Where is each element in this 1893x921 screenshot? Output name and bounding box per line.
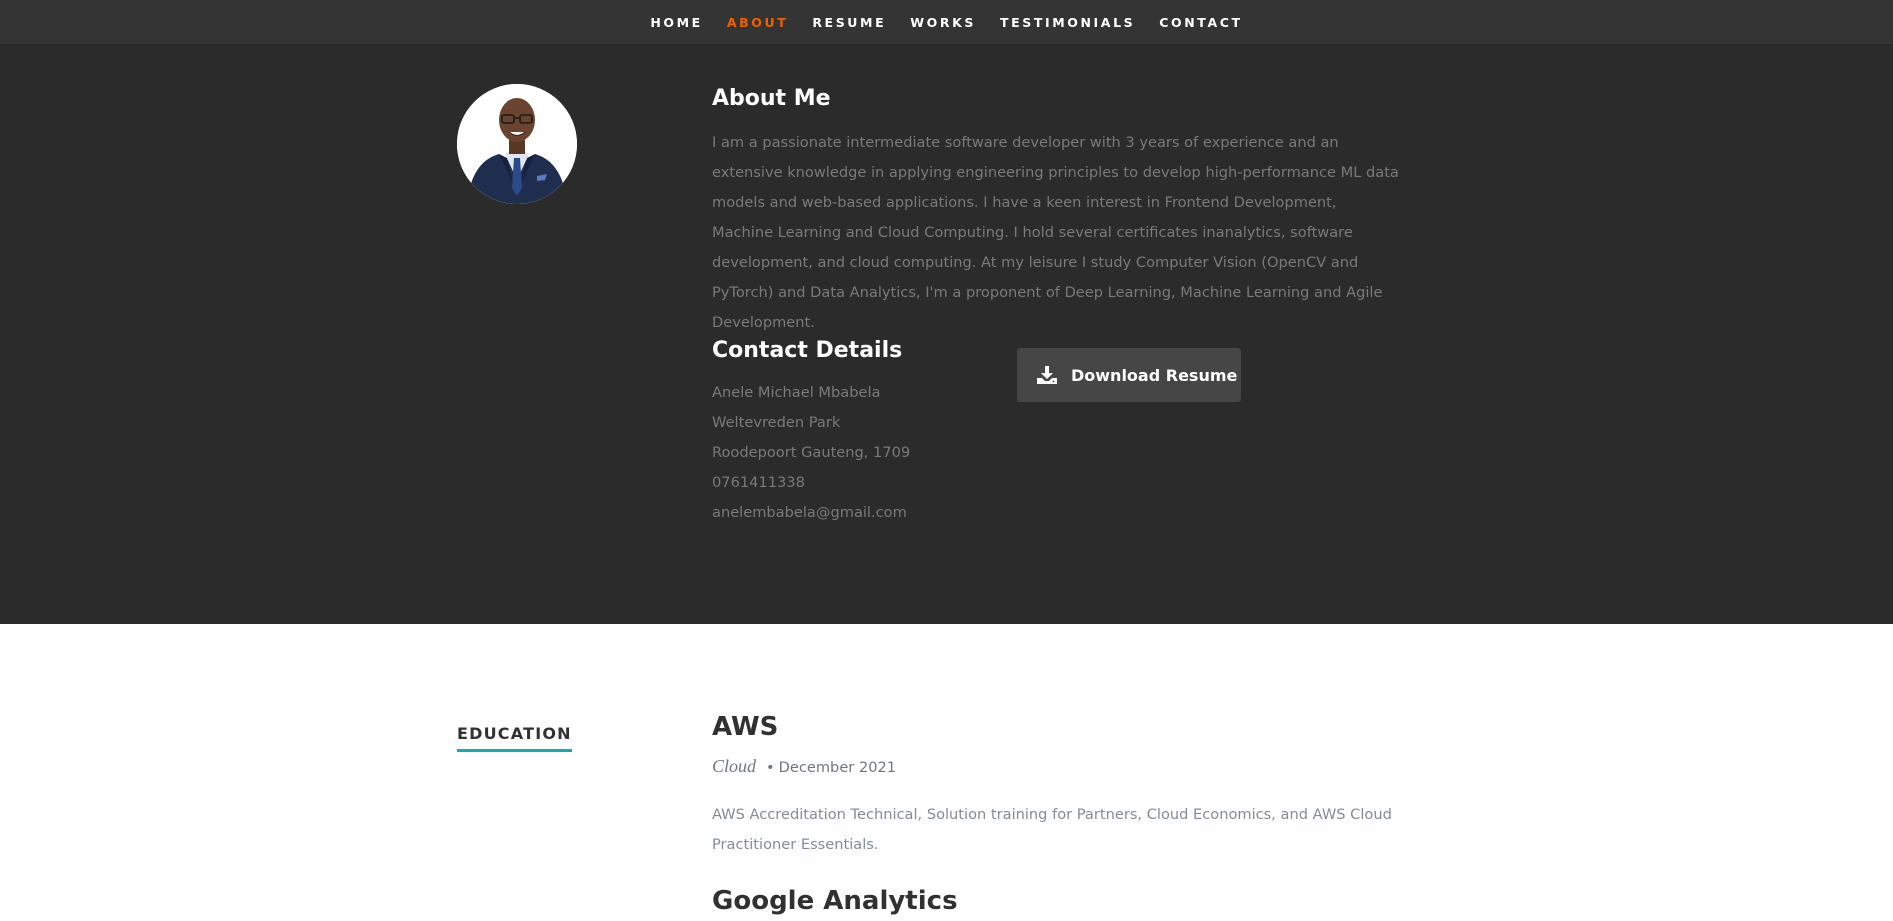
bullet-separator: • [766,759,775,776]
contact-address-line2: Roodepoort Gauteng, 1709 [712,444,911,461]
education-item-title: Google Analytics [712,886,958,916]
download-resume-label: Download Resume [1071,365,1238,385]
nav-contact[interactable]: CONTACT [1147,15,1254,30]
about-title: About Me [712,86,831,111]
education-section: EDUCATION AWS Cloud • December 2021 AWS … [0,624,1893,921]
about-section: About Me I am a passionate intermediate … [0,44,1893,624]
contact-address-line1: Weltevreden Park [712,414,841,431]
contact-name: Anele Michael Mbabela [712,384,881,401]
profile-photo [457,84,577,204]
education-item-info: Cloud [712,756,757,776]
download-icon [1037,366,1057,384]
contact-phone: 0761411338 [712,474,805,491]
nav-testimonials[interactable]: TESTIMONIALS [988,15,1147,30]
download-resume-button[interactable]: Download Resume [1017,348,1241,402]
contact-title: Contact Details [712,338,903,363]
education-item-title: AWS [712,712,779,742]
nav-about[interactable]: ABOUT [715,15,801,30]
education-item-date: December 2021 [778,759,897,776]
education-item-meta: Cloud • December 2021 [712,756,896,777]
nav-works[interactable]: WORKS [898,15,988,30]
profile-avatar [457,84,577,204]
contact-details: Anele Michael Mbabela Weltevreden Park R… [712,378,910,528]
nav-home[interactable]: HOME [638,15,714,30]
education-item-description: AWS Accreditation Technical, Solution tr… [712,806,1392,853]
top-navigation: HOME ABOUT RESUME WORKS TESTIMONIALS CON… [0,0,1893,44]
about-description: I am a passionate intermediate software … [712,134,1399,331]
nav-resume[interactable]: RESUME [800,15,898,30]
contact-email: anelembabela@gmail.com [712,504,907,521]
education-heading: EDUCATION [457,724,572,752]
